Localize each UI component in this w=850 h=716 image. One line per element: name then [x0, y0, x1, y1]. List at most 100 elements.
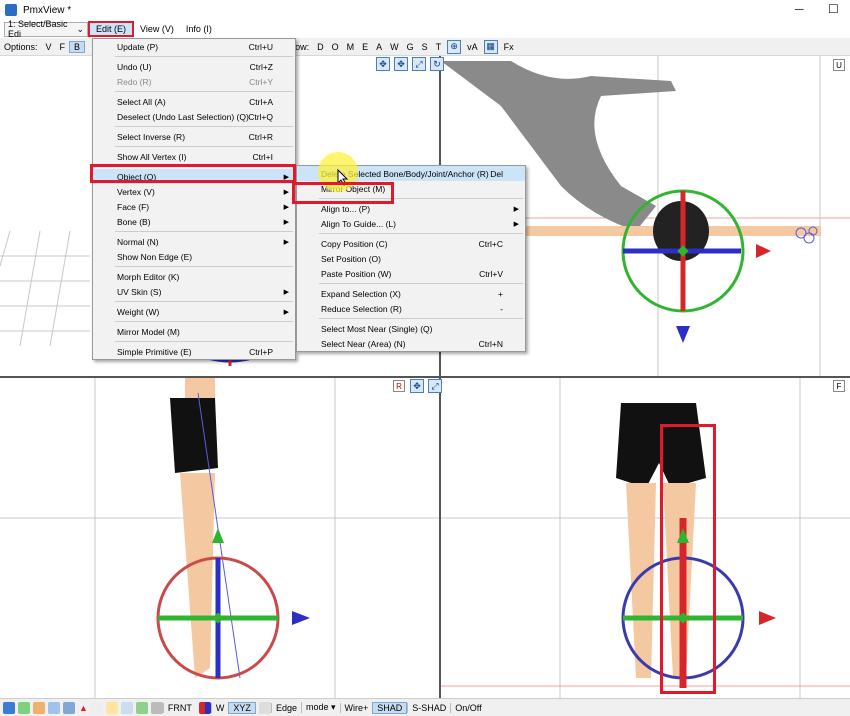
- menu-item-label: Paste Position (W): [321, 268, 392, 279]
- submenu-arrow-icon: ▶: [283, 203, 289, 211]
- mode-select[interactable]: 1: Select/Basic Edi ⌄: [4, 19, 88, 39]
- target-icon[interactable]: [63, 701, 75, 714]
- option-b[interactable]: B: [69, 40, 86, 53]
- submenu-arrow-icon: ▶: [283, 188, 289, 196]
- menu-item-label: Mirror Model (M): [117, 326, 180, 337]
- menu-item-object[interactable]: Object (O) ▶: [93, 169, 295, 184]
- status-mode[interactable]: mode ▾: [300, 702, 340, 713]
- show-m[interactable]: M: [343, 42, 359, 52]
- menu-item-weight[interactable]: Weight (W) ▶: [93, 304, 295, 319]
- menu-item-expand-selection[interactable]: Expand Selection (X) +: [297, 286, 525, 301]
- menu-item-face[interactable]: Face (F) ▶: [93, 199, 295, 214]
- show-s[interactable]: S: [418, 42, 432, 52]
- menu-item-set-position[interactable]: Set Position (O): [297, 251, 525, 266]
- show-d[interactable]: D: [313, 42, 328, 52]
- body-icon[interactable]: [33, 701, 45, 714]
- menu-item-label: Select Near (Area) (N): [321, 338, 406, 349]
- menu-separator: [115, 231, 293, 232]
- light-icon[interactable]: [105, 701, 118, 714]
- menu-item-deselect[interactable]: Deselect (Undo Last Selection) (Q) Ctrl+Q: [93, 109, 295, 124]
- zoom-view-icon[interactable]: ⤢: [428, 379, 442, 393]
- wire-icon[interactable]: [120, 701, 133, 714]
- menu-item-select-near[interactable]: Select Near (Area) (N) Ctrl+N: [297, 336, 525, 351]
- menu-item-shortcut: Del: [490, 168, 503, 179]
- view-nav-bottom-left: ✥ ⤢: [408, 379, 444, 393]
- viewport-label-top[interactable]: U: [833, 59, 845, 71]
- status-sshad[interactable]: S-SHAD: [407, 702, 450, 713]
- menu-item-copy-position[interactable]: Copy Position (C) Ctrl+C: [297, 236, 525, 251]
- status-front[interactable]: FRNT: [162, 702, 196, 713]
- menu-item-select-all[interactable]: Select All (A) Ctrl+A: [93, 94, 295, 109]
- option-f[interactable]: F: [56, 42, 70, 52]
- menu-separator: [115, 166, 293, 167]
- menu-item-shortcut: Ctrl+I: [252, 151, 273, 162]
- bone-icon[interactable]: [18, 701, 30, 714]
- menu-separator: [319, 318, 523, 319]
- menu-separator: [115, 321, 293, 322]
- status-xyz[interactable]: XYZ: [228, 701, 256, 714]
- menu-item-undo[interactable]: Undo (U) Ctrl+Z: [93, 59, 295, 74]
- menu-view[interactable]: View (V): [134, 21, 180, 37]
- show-t[interactable]: T: [432, 42, 446, 52]
- menu-item-redo[interactable]: Redo (R) Ctrl+Y: [93, 74, 295, 89]
- side-view-model[interactable]: [0, 378, 439, 698]
- menu-item-align-to[interactable]: Align to... (P) ▶: [297, 201, 525, 216]
- triangle-icon[interactable]: ▲: [79, 703, 88, 713]
- option-v[interactable]: V: [42, 42, 56, 52]
- menu-separator: [115, 91, 293, 92]
- grid-icon[interactable]: ▦: [483, 39, 498, 54]
- menu-item-select-inverse[interactable]: Select Inverse (R) Ctrl+R: [93, 129, 295, 144]
- menu-item-align-to-guide[interactable]: Align To Guide... (L) ▶: [297, 216, 525, 231]
- viewport-divider-horizontal[interactable]: [0, 376, 850, 378]
- grid-toggle-icon[interactable]: [150, 701, 163, 714]
- status-w[interactable]: W: [210, 702, 229, 713]
- menu-item-reduce-selection[interactable]: Reduce Selection (R) -: [297, 301, 525, 316]
- menu-item-simple-primitive[interactable]: Simple Primitive (E) Ctrl+P: [93, 344, 295, 359]
- viewport-label-right[interactable]: R: [393, 380, 405, 392]
- menu-item-update[interactable]: Update (P) Ctrl+U: [93, 39, 295, 54]
- menu-item-bone[interactable]: Bone (B) ▶: [93, 214, 295, 229]
- maximize-button[interactable]: ☐: [828, 2, 839, 16]
- move-icon[interactable]: [258, 701, 271, 714]
- pan-view-icon[interactable]: ✥: [394, 57, 408, 71]
- menu-item-normal[interactable]: Normal (N) ▶: [93, 234, 295, 249]
- select-icon[interactable]: [3, 701, 15, 714]
- title-bar: PmxView * ─ ☐: [0, 0, 850, 20]
- weight-icon[interactable]: [135, 701, 148, 714]
- menu-item-paste-position[interactable]: Paste Position (W) Ctrl+V: [297, 266, 525, 281]
- zoom-view-icon[interactable]: ⤢: [412, 57, 426, 71]
- fx-button[interactable]: Fx: [500, 42, 518, 52]
- show-o[interactable]: O: [328, 42, 343, 52]
- view-nav-top: ✥ ✥ ⤢ ↻: [374, 57, 446, 71]
- status-wire[interactable]: Wire+: [339, 702, 373, 713]
- menu-item-label: Weight (W): [117, 306, 160, 317]
- menu-item-vertex[interactable]: Vertex (V) ▶: [93, 184, 295, 199]
- status-shad[interactable]: SHAD: [372, 701, 408, 714]
- mesh-icon[interactable]: [90, 701, 103, 714]
- menu-item-uv-skin[interactable]: UV Skin (S) ▶: [93, 284, 295, 299]
- menu-item-label: Set Position (O): [321, 253, 381, 264]
- menu-item-morph-editor[interactable]: Morph Editor (K): [93, 269, 295, 284]
- rotate-view-icon[interactable]: ↻: [430, 57, 444, 71]
- menu-item-mirror-model[interactable]: Mirror Model (M): [93, 324, 295, 339]
- va-button[interactable]: vA: [463, 42, 482, 52]
- viewport-label-front[interactable]: F: [833, 380, 845, 392]
- axis-icon[interactable]: ⊕: [447, 39, 462, 54]
- show-a[interactable]: A: [372, 42, 386, 52]
- menu-item-show-all-vertex[interactable]: Show All Vertex (I) Ctrl+I: [93, 149, 295, 164]
- show-e[interactable]: E: [358, 42, 372, 52]
- color-swatch-icon[interactable]: [198, 701, 211, 714]
- status-edge[interactable]: Edge: [270, 702, 301, 713]
- show-g[interactable]: G: [403, 42, 418, 52]
- minimize-button[interactable]: ─: [795, 2, 804, 16]
- menu-item-show-non-edge[interactable]: Show Non Edge (E): [93, 249, 295, 264]
- status-onoff[interactable]: On/Off: [450, 702, 485, 713]
- menu-item-select-most-near[interactable]: Select Most Near (Single) (Q): [297, 321, 525, 336]
- menu-info[interactable]: Info (I): [180, 21, 218, 37]
- camera-icon[interactable]: [48, 701, 60, 714]
- show-w[interactable]: W: [386, 42, 403, 52]
- pan-view-icon[interactable]: ✥: [410, 379, 424, 393]
- front-view-model[interactable]: [441, 378, 850, 698]
- menu-edit[interactable]: Edit (E): [88, 21, 135, 37]
- move-view-icon[interactable]: ✥: [376, 57, 390, 71]
